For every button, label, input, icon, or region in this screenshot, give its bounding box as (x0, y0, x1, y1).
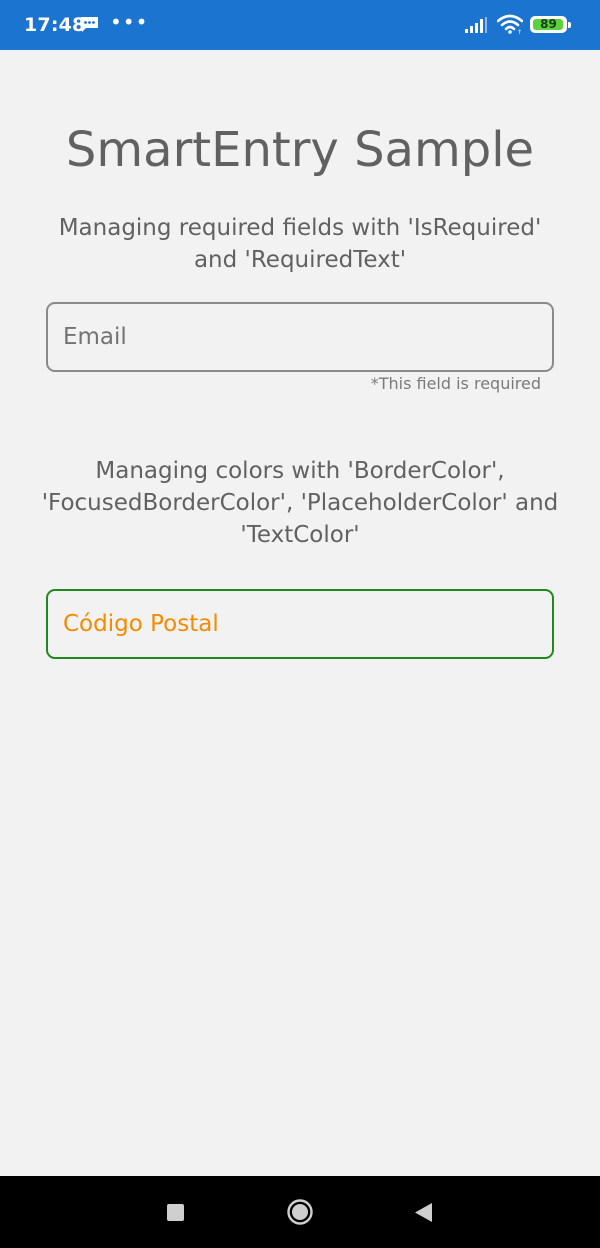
wifi-icon: ↑↓ (497, 14, 523, 34)
required-section-description: Managing required fields with 'IsRequire… (58, 215, 542, 273)
page-title: SmartEntry Sample (65, 122, 535, 178)
navigation-bar (0, 1176, 600, 1248)
signal-icon (465, 17, 487, 33)
status-time: 17:48 (24, 14, 86, 36)
recents-button[interactable] (167, 1204, 184, 1221)
email-field[interactable] (46, 302, 554, 372)
svg-text:↑↓: ↑↓ (517, 29, 523, 34)
status-bar: 17:48 ••• ↑↓ 89 (0, 0, 600, 50)
colors-section-description: Managing colors with 'BorderColor', 'Foc… (41, 458, 559, 548)
home-button[interactable] (287, 1199, 313, 1225)
message-icon (81, 17, 98, 32)
battery-icon: 89 (530, 16, 571, 33)
battery-level: 89 (540, 17, 557, 31)
postal-code-field[interactable] (46, 589, 554, 659)
required-field-message: *This field is required (370, 374, 541, 393)
app-screen: 17:48 ••• ↑↓ 89 SmartEntry Sam (0, 0, 600, 1248)
more-icon: ••• (110, 10, 149, 34)
back-button[interactable] (413, 1202, 433, 1223)
